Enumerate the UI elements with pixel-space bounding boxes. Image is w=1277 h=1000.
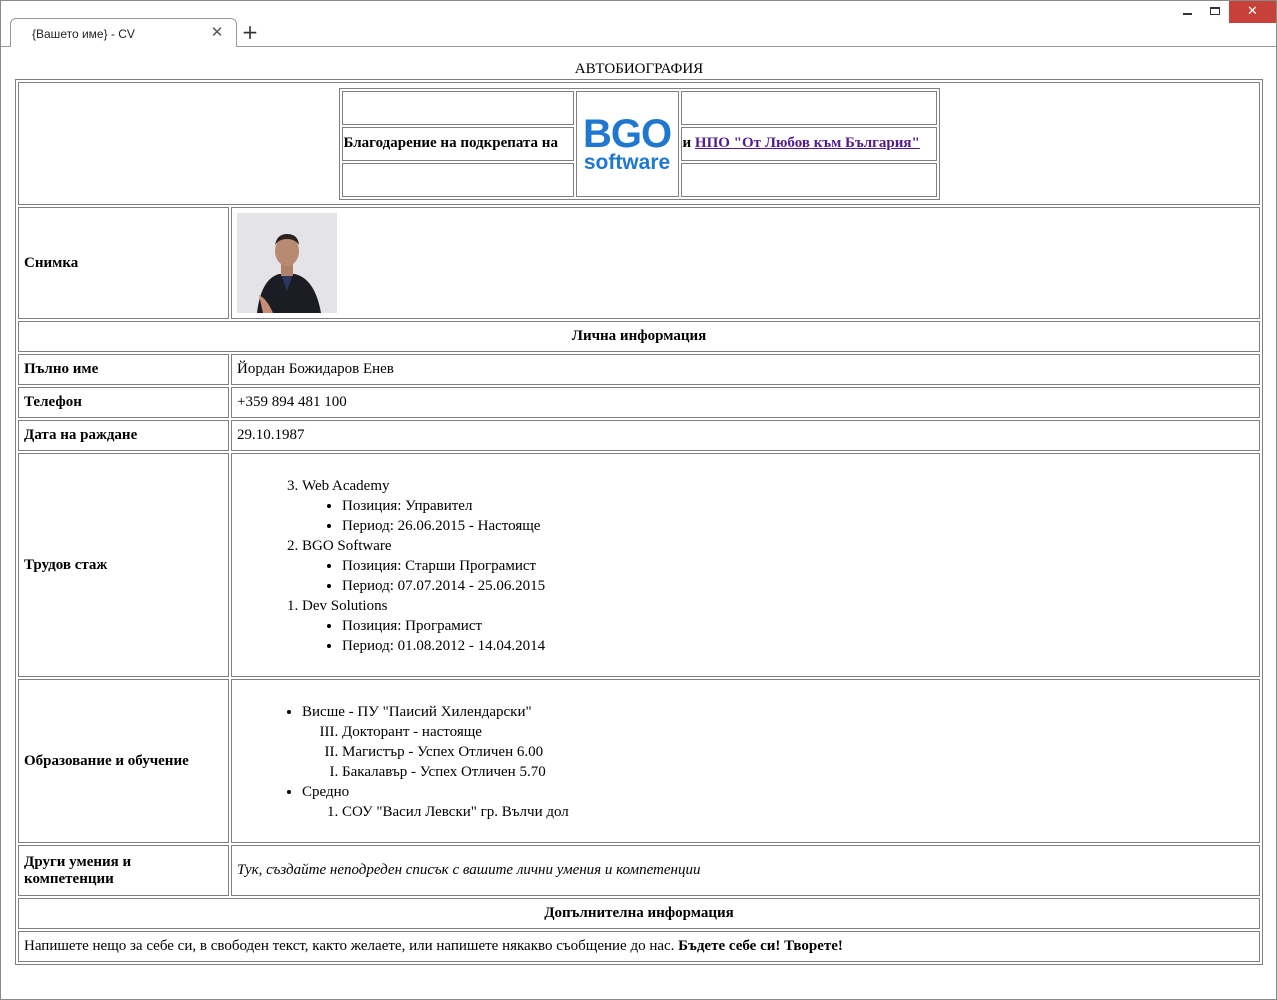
job-item: Web Academy Позиция: Управител Период: 2… bbox=[302, 476, 1254, 536]
additional-row: Напишете нещо за себе си, в свободен тек… bbox=[18, 931, 1260, 962]
education-list: Висше - ПУ "Паисий Хилендарски" Докторан… bbox=[262, 702, 1254, 822]
job-company: BGO Software bbox=[302, 538, 392, 554]
additional-text: Напишете нещо за себе си, в свободен тек… bbox=[24, 938, 679, 954]
minimize-button[interactable] bbox=[1174, 1, 1202, 23]
degree-item: Магистър - Успех Отличен 6.00 bbox=[342, 742, 1254, 762]
photo-label: Снимка bbox=[18, 207, 229, 319]
cv-table: BGO software Благодарение на подкрепата … bbox=[15, 79, 1263, 965]
personal-info-header: Лична информация bbox=[18, 321, 1260, 352]
name-value: Йордан Божидаров Енев bbox=[231, 354, 1260, 385]
minimize-icon bbox=[1183, 13, 1192, 15]
experience-label: Трудов стаж bbox=[18, 453, 229, 677]
bgo-software-logo: BGO software bbox=[582, 111, 672, 174]
person-photo-icon bbox=[237, 213, 337, 313]
job-company: Dev Solutions bbox=[302, 598, 388, 614]
close-window-button[interactable]: ✕ bbox=[1229, 1, 1276, 23]
skills-label: Други умения и компетенции bbox=[18, 845, 229, 896]
phone-value: +359 894 481 100 bbox=[231, 387, 1260, 418]
new-tab-button[interactable]: + bbox=[239, 21, 261, 43]
tab-title: {Вашето име} - CV bbox=[32, 27, 135, 41]
browser-window: {Вашето име} - CV ✕ + ✕ АВТОБИОГРАФИЯ BG… bbox=[0, 0, 1277, 1000]
job-period: Период: 01.08.2012 - 14.04.2014 bbox=[342, 636, 1254, 656]
job-period: Период: 07.07.2014 - 25.06.2015 bbox=[342, 576, 1254, 596]
experience-row: Трудов стаж Web Academy Позиция: Управит… bbox=[18, 453, 1260, 677]
logo-text-bottom: software bbox=[583, 150, 671, 174]
job-position: Позиция: Старши Програмист bbox=[342, 556, 1254, 576]
name-row: Пълно име Йордан Божидаров Енев bbox=[18, 354, 1260, 385]
school-item: СОУ "Васил Левски" гр. Вълчи дол bbox=[342, 802, 1254, 822]
thanks-table: BGO software Благодарение на подкрепата … bbox=[338, 87, 940, 200]
bgo-logo-cell: BGO software bbox=[575, 90, 679, 197]
page-title: АВТОБИОГРАФИЯ bbox=[574, 61, 704, 77]
education-secondary-title: Средно bbox=[302, 784, 350, 800]
name-label: Пълно име bbox=[18, 354, 229, 385]
maximize-icon bbox=[1210, 7, 1220, 15]
skills-row: Други умения и компетенции Тук, създайте… bbox=[18, 845, 1260, 896]
close-tab-icon[interactable]: ✕ bbox=[208, 22, 226, 42]
photo-row: Снимка bbox=[18, 207, 1260, 319]
education-label: Образование и обучение bbox=[18, 679, 229, 843]
phone-row: Телефон +359 894 481 100 bbox=[18, 387, 1260, 418]
skills-value: Тук, създайте неподреден списък с вашите… bbox=[231, 845, 1260, 896]
profile-photo bbox=[237, 213, 337, 313]
thanks-row: BGO software Благодарение на подкрепата … bbox=[18, 82, 1260, 205]
job-company: Web Academy bbox=[302, 478, 390, 494]
additional-header-row: Допълнителна информация bbox=[18, 898, 1260, 929]
additional-cell: Напишете нещо за себе си, в свободен тек… bbox=[18, 931, 1260, 962]
browser-tab[interactable]: {Вашето име} - CV ✕ bbox=[10, 18, 237, 47]
thanks-text: Благодарение на подкрепата на bbox=[341, 126, 574, 161]
npo-link[interactable]: НПО "От Любов към България" bbox=[695, 135, 920, 151]
photo-cell bbox=[231, 207, 1260, 319]
job-position: Позиция: Програмист bbox=[342, 616, 1254, 636]
education-higher: Висше - ПУ "Паисий Хилендарски" Докторан… bbox=[302, 702, 1254, 782]
job-period: Период: 26.06.2015 - Настояще bbox=[342, 516, 1254, 536]
degree-item: Бакалавър - Успех Отличен 5.70 bbox=[342, 762, 1254, 782]
logo-text-top: BGO bbox=[582, 111, 672, 156]
birth-value: 29.10.1987 bbox=[231, 420, 1260, 451]
birth-label: Дата на раждане bbox=[18, 420, 229, 451]
job-position: Позиция: Управител bbox=[342, 496, 1254, 516]
close-window-icon: ✕ bbox=[1247, 4, 1258, 19]
thanks-link-cell: и НПО "От Любов към България" bbox=[680, 126, 937, 161]
education-cell: Висше - ПУ "Паисий Хилендарски" Докторан… bbox=[231, 679, 1260, 843]
maximize-button[interactable] bbox=[1202, 1, 1229, 23]
education-row: Образование и обучение Висше - ПУ "Паиси… bbox=[18, 679, 1260, 843]
job-item: Dev Solutions Позиция: Програмист Период… bbox=[302, 596, 1254, 656]
title-bar: {Вашето име} - CV ✕ + ✕ bbox=[1, 1, 1276, 47]
additional-bold-text: Бъдете себе си! Творете! bbox=[678, 938, 843, 954]
experience-cell: Web Academy Позиция: Управител Период: 2… bbox=[231, 453, 1260, 677]
page-viewport: АВТОБИОГРАФИЯ BGO software Благодарение … bbox=[8, 51, 1270, 991]
experience-list: Web Academy Позиция: Управител Период: 2… bbox=[262, 476, 1254, 656]
personal-header-row: Лична информация bbox=[18, 321, 1260, 352]
degree-item: Докторант - настояще bbox=[342, 722, 1254, 742]
education-higher-title: Висше - ПУ "Паисий Хилендарски" bbox=[302, 704, 532, 720]
additional-info-header: Допълнителна информация bbox=[18, 898, 1260, 929]
job-item: BGO Software Позиция: Старши Програмист … bbox=[302, 536, 1254, 596]
thanks-and: и bbox=[682, 135, 692, 151]
thanks-cell: BGO software Благодарение на подкрепата … bbox=[18, 82, 1260, 205]
birth-row: Дата на раждане 29.10.1987 bbox=[18, 420, 1260, 451]
phone-label: Телефон bbox=[18, 387, 229, 418]
education-secondary: Средно СОУ "Васил Левски" гр. Вълчи дол bbox=[302, 782, 1254, 822]
